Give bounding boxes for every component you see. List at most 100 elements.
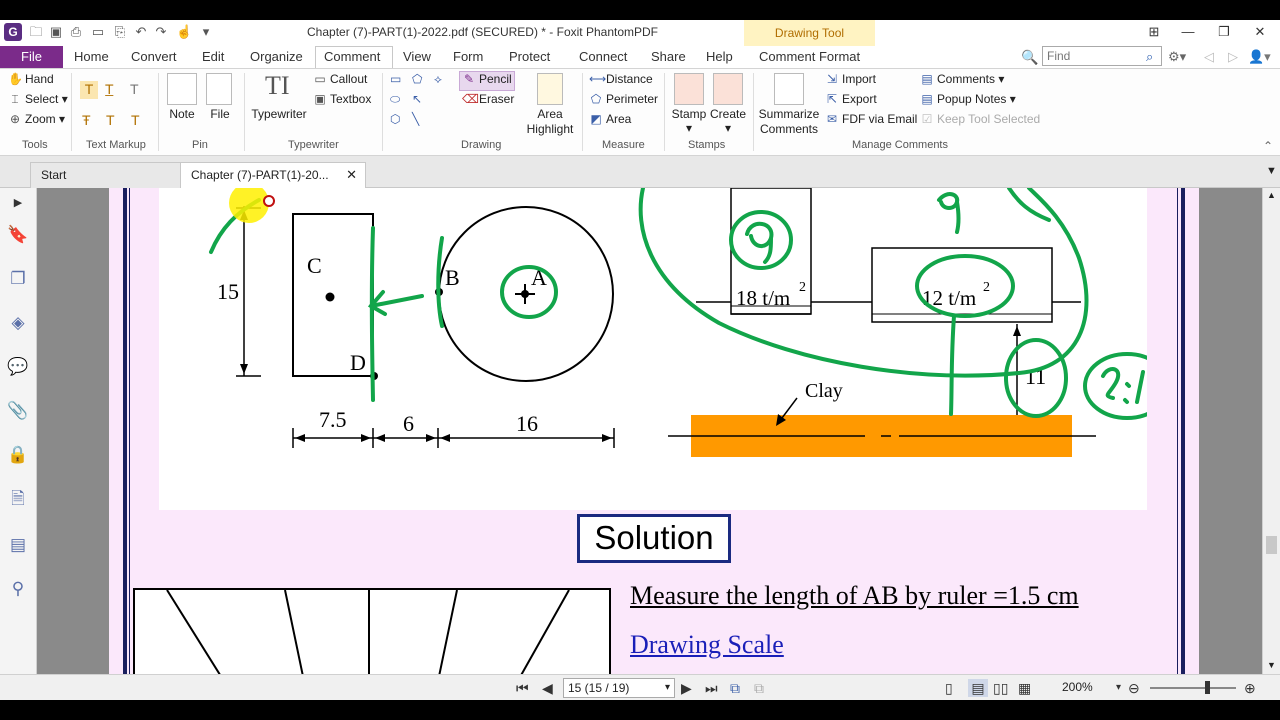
- tab-connect[interactable]: Connect: [579, 46, 627, 68]
- back-arrow-icon[interactable]: ◁: [1204, 46, 1214, 68]
- last-page-icon[interactable]: ⏭: [705, 679, 718, 697]
- find-input[interactable]: Find: [1042, 46, 1162, 66]
- new-doc-icon[interactable]: ⎘: [112, 24, 128, 40]
- next-page-icon[interactable]: ▶: [681, 679, 692, 697]
- area-button[interactable]: ◩ Area: [589, 112, 631, 126]
- create-stamp-icon[interactable]: [713, 73, 743, 105]
- customize-arrow-icon[interactable]: ▾: [198, 24, 214, 40]
- save-icon[interactable]: ▣: [48, 24, 64, 40]
- close-tab-icon[interactable]: ✕: [346, 163, 357, 187]
- line-icon[interactable]: ╲: [412, 112, 419, 126]
- popup-notes-dropdown[interactable]: ▤ Popup Notes ▾: [920, 92, 1015, 106]
- print-icon[interactable]: ⎙: [68, 24, 84, 40]
- layout-icon[interactable]: ⊞: [1144, 23, 1164, 41]
- undo-icon[interactable]: ↶: [133, 24, 149, 40]
- pencil-button[interactable]: ✎ Pencil: [462, 72, 512, 86]
- page-number-field[interactable]: 15 (15 / 19) ▾: [563, 678, 675, 698]
- arrow-icon[interactable]: ↖: [412, 92, 422, 106]
- tab-edit[interactable]: Edit: [202, 46, 224, 68]
- security-lock-icon[interactable]: 🔒: [7, 444, 29, 466]
- previous-page-icon[interactable]: ◀: [542, 679, 553, 697]
- typewriter-label[interactable]: Typewriter: [249, 107, 309, 121]
- hand-tool-button[interactable]: ✋ Hand: [8, 72, 54, 86]
- signatures-icon[interactable]: 🗎: [7, 488, 29, 510]
- area-highlight-icon[interactable]: [537, 73, 563, 105]
- tab-help[interactable]: Help: [706, 46, 733, 68]
- scan-icon[interactable]: ▭: [90, 24, 106, 40]
- create-label[interactable]: Create: [706, 107, 750, 121]
- tab-share[interactable]: Share: [651, 46, 686, 68]
- create-dropdown-icon[interactable]: ▾: [721, 121, 735, 135]
- hexagon-icon[interactable]: ⬡: [390, 112, 400, 126]
- distance-button[interactable]: ⟷Distance: [589, 72, 653, 86]
- stamp-icon[interactable]: [674, 73, 704, 105]
- restore-button[interactable]: ❐: [1214, 23, 1234, 41]
- first-page-icon[interactable]: ⏮: [516, 679, 529, 697]
- summarize-comments-icon[interactable]: [774, 73, 804, 105]
- minimize-button[interactable]: —: [1178, 23, 1198, 41]
- drawing-tool-context-tab[interactable]: Drawing Tool: [744, 20, 875, 46]
- layers-icon[interactable]: ◈: [7, 312, 29, 334]
- tab-list-dropdown-icon[interactable]: ▼: [1266, 165, 1277, 177]
- comments-dropdown[interactable]: ▤ Comments ▾: [920, 72, 1004, 86]
- attachments-icon[interactable]: 📎: [7, 400, 29, 422]
- fdf-email-button[interactable]: ✉ FDF via Email: [825, 112, 917, 126]
- search-icon[interactable]: ⌕: [1146, 46, 1153, 68]
- squiggly-text-icon[interactable]: T: [130, 81, 139, 97]
- export-button[interactable]: ⇱ Export: [825, 92, 877, 106]
- underline-text-icon[interactable]: T̲: [105, 81, 114, 97]
- tab-comment[interactable]: Comment: [324, 46, 380, 68]
- tab-start[interactable]: Start: [30, 162, 190, 188]
- tab-view[interactable]: View: [403, 46, 431, 68]
- page-dropdown-icon[interactable]: ▾: [665, 679, 670, 697]
- zoom-tool-button[interactable]: ⊕ Zoom ▾: [8, 112, 65, 126]
- stamp-label[interactable]: Stamp: [668, 107, 710, 121]
- polygon-icon[interactable]: ⬠: [412, 72, 422, 86]
- destinations-icon[interactable]: ⚲: [7, 578, 29, 600]
- scroll-down-icon[interactable]: ▼: [1267, 660, 1276, 670]
- tab-organize[interactable]: Organize: [250, 46, 303, 68]
- zoom-slider-thumb[interactable]: [1205, 681, 1210, 694]
- forward-arrow-icon[interactable]: ▷: [1228, 46, 1238, 68]
- zoom-in-icon[interactable]: ⊕: [1244, 679, 1256, 697]
- tab-form[interactable]: Form: [453, 46, 483, 68]
- highlight-text-icon[interactable]: T: [80, 81, 98, 99]
- file-attach-icon[interactable]: [206, 73, 232, 105]
- open-folder-icon[interactable]: 🗀: [28, 24, 44, 40]
- continuous-page-icon[interactable]: ▤: [968, 679, 988, 697]
- cloud-icon[interactable]: ⟡: [434, 72, 442, 87]
- hand-dropdown-icon[interactable]: ☝: [176, 24, 192, 40]
- bookmark-icon[interactable]: 🔖: [7, 224, 29, 246]
- insert-text-icon[interactable]: T: [131, 112, 140, 128]
- scroll-up-icon[interactable]: ▲: [1267, 190, 1276, 200]
- document-viewport[interactable]: 15 C D B A 7.5 6 16 18 t/m 2 12 t/m 2 11…: [37, 188, 1262, 674]
- tab-protect[interactable]: Protect: [509, 46, 550, 68]
- comments-panel-icon[interactable]: 💬: [7, 356, 29, 378]
- tab-file[interactable]: File: [0, 46, 63, 68]
- tab-comment-format[interactable]: Comment Format: [759, 46, 860, 68]
- strikeout-text-icon[interactable]: Ŧ: [82, 112, 91, 128]
- typewriter-icon[interactable]: TI: [265, 71, 290, 101]
- pages-icon[interactable]: ❐: [7, 268, 29, 290]
- perimeter-button[interactable]: ⬠ Perimeter: [589, 92, 658, 106]
- eraser-button[interactable]: ⌫Eraser: [462, 92, 514, 106]
- search-tool-icon[interactable]: 🔍: [1021, 46, 1038, 68]
- stamp-dropdown-icon[interactable]: ▾: [682, 121, 696, 135]
- zoom-slider-track[interactable]: [1150, 687, 1236, 689]
- keep-tool-selected-checkbox[interactable]: ☑ Keep Tool Selected: [920, 112, 1041, 126]
- tab-convert[interactable]: Convert: [131, 46, 177, 68]
- single-page-icon[interactable]: ▯: [945, 679, 953, 697]
- next-view-icon[interactable]: ⧉: [754, 679, 764, 697]
- facing-page-icon[interactable]: ▯▯: [993, 679, 1008, 697]
- expand-panel-icon[interactable]: ▶: [7, 192, 29, 214]
- rectangle-icon[interactable]: ▭: [390, 72, 401, 86]
- tab-chapter-pdf[interactable]: Chapter (7)-PART(1)-20... ✕: [180, 162, 366, 188]
- user-avatar-icon[interactable]: 👤▾: [1248, 46, 1271, 68]
- vertical-scrollbar[interactable]: ▲ ▼: [1262, 188, 1280, 674]
- note-icon[interactable]: [167, 73, 197, 105]
- drawing-scale-link[interactable]: Drawing Scale: [630, 630, 784, 660]
- continuous-facing-icon[interactable]: ▦: [1018, 679, 1031, 697]
- textbox-button[interactable]: ▣ Textbox: [313, 92, 371, 106]
- redo-icon[interactable]: ↷: [153, 24, 169, 40]
- zoom-dropdown-icon[interactable]: ▾: [1116, 679, 1121, 697]
